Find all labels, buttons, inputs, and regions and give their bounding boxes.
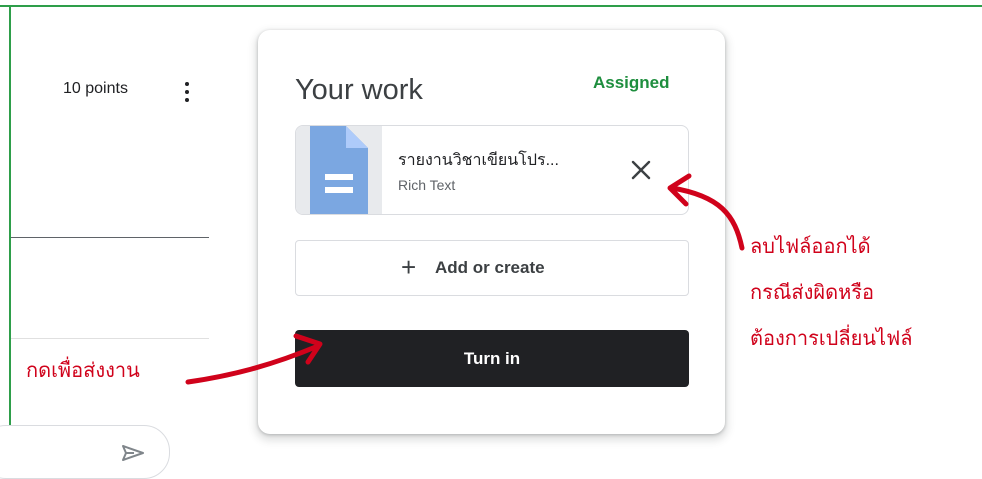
- close-icon[interactable]: [629, 158, 653, 182]
- attachment-name: รายงานวิชาเขียนโปร...: [398, 152, 559, 169]
- card-title: Your work: [295, 74, 423, 106]
- frame-left-border: [9, 5, 11, 462]
- points-label: 10 points: [63, 80, 128, 97]
- status-badge: Assigned: [593, 73, 670, 92]
- turn-in-button[interactable]: Turn in: [295, 330, 689, 387]
- attachment-thumbnail: [296, 126, 382, 214]
- document-icon: [310, 126, 368, 214]
- section-divider: [11, 237, 209, 238]
- section-divider-light: [11, 338, 209, 339]
- remove-note-line-3: ต้องการเปลี่ยนไฟล์: [750, 326, 913, 350]
- plus-icon: +: [401, 252, 417, 282]
- add-or-create-label: Add or create: [435, 258, 545, 277]
- remove-note-line-1: ลบไฟล์ออกได้: [750, 234, 871, 258]
- your-work-card: Your work Assigned รายงานวิชาเขียนโปร...…: [258, 30, 725, 434]
- remove-note-line-2: กรณีส่งผิดหรือ: [750, 280, 875, 304]
- more-vert-icon[interactable]: [183, 82, 191, 110]
- add-or-create-button[interactable]: + Add or create: [295, 240, 689, 296]
- attachment-type: Rich Text: [398, 177, 456, 193]
- turn-in-note: กดเพื่อส่งงาน: [26, 358, 140, 382]
- frame-top-border: [0, 5, 982, 7]
- attachment-item[interactable]: รายงานวิชาเขียนโปร... Rich Text: [295, 125, 689, 215]
- send-icon[interactable]: [120, 444, 146, 462]
